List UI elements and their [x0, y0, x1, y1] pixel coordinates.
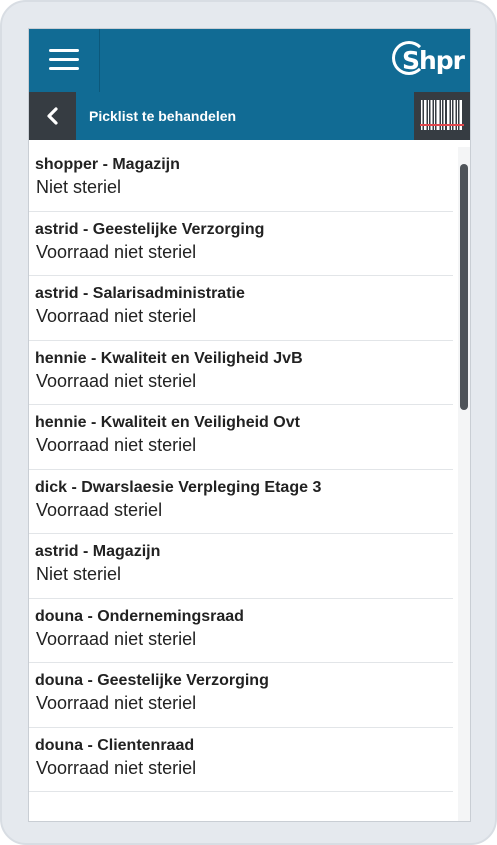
- list-item-subtitle: Voorraad niet steriel: [36, 306, 197, 326]
- list-item-subtitle: Voorraad niet steriel: [36, 435, 197, 455]
- barcode-scanner-icon: [420, 100, 464, 130]
- logo-text: Shpr: [401, 45, 465, 75]
- list-scrollbar[interactable]: [458, 147, 470, 821]
- app-header: Shpr: [29, 29, 470, 92]
- list-item[interactable]: douna - Geestelijke Verzorging Voorraad …: [29, 663, 453, 728]
- list-item-title: astrid - Magazijn: [35, 543, 161, 560]
- list-item-title: hennie - Kwaliteit en Veiligheid JvB: [35, 349, 303, 367]
- list-item-subtitle: Voorraad niet steriel: [36, 241, 197, 262]
- back-button[interactable]: [29, 92, 76, 140]
- list-item-subtitle: Voorraad niet steriel: [36, 757, 197, 778]
- list-item-title: hennie - Kwaliteit en Veiligheid Ovt: [35, 414, 300, 431]
- barcode-scan-button[interactable]: [414, 92, 470, 140]
- list-item-title: dick - Dwarslaesie Verpleging Etage 3: [35, 478, 322, 496]
- list-item[interactable]: douna - Clientenraad Voorraad niet steri…: [29, 728, 453, 792]
- list-item[interactable]: shopper - Magazijn Niet steriel: [29, 147, 453, 212]
- page-title: Picklist te behandelen: [89, 108, 237, 124]
- list-item-subtitle: Voorraad niet steriel: [36, 693, 197, 713]
- list-item-subtitle: Voorraad niet steriel: [36, 370, 197, 391]
- picklist-list-area: shopper - Magazijn Niet steriel astrid -…: [29, 147, 470, 821]
- subheader-bar: Picklist te behandelen: [29, 92, 470, 140]
- list-item-title: shopper - Magazijn: [35, 156, 180, 173]
- list-item[interactable]: astrid - Magazijn Niet steriel: [29, 534, 453, 599]
- menu-button[interactable]: [29, 29, 100, 92]
- list-item-title: astrid - Geestelijke Verzorging: [35, 220, 265, 238]
- list-item-subtitle: Voorraad niet steriel: [36, 628, 197, 649]
- list-item[interactable]: hennie - Kwaliteit en Veiligheid Ovt Voo…: [29, 405, 453, 470]
- list-item-title: douna - Clientenraad: [35, 736, 195, 754]
- list-item-title: douna - Ondernemingsraad: [35, 607, 244, 625]
- list-item-title: douna - Geestelijke Verzorging: [35, 672, 269, 689]
- shpr-logo: Shpr: [391, 39, 465, 81]
- picklist-list: shopper - Magazijn Niet steriel astrid -…: [29, 147, 453, 792]
- chevron-left-icon: [47, 107, 58, 125]
- list-item[interactable]: dick - Dwarslaesie Verpleging Etage 3 Vo…: [29, 470, 453, 534]
- list-item[interactable]: douna - Ondernemingsraad Voorraad niet s…: [29, 599, 453, 663]
- list-item[interactable]: astrid - Geestelijke Verzorging Voorraad…: [29, 212, 453, 276]
- list-item[interactable]: astrid - Salarisadministratie Voorraad n…: [29, 276, 453, 341]
- app-screen: Shpr Picklist te behandelen shopper - Ma…: [28, 28, 471, 822]
- list-item-subtitle: Niet steriel: [36, 564, 122, 584]
- list-item-subtitle: Niet steriel: [36, 177, 122, 197]
- list-item[interactable]: hennie - Kwaliteit en Veiligheid JvB Voo…: [29, 341, 453, 405]
- list-item-subtitle: Voorraad steriel: [36, 499, 163, 520]
- scrollbar-thumb[interactable]: [460, 164, 468, 410]
- device-frame: Shpr Picklist te behandelen shopper - Ma…: [0, 0, 497, 845]
- list-item-title: astrid - Salarisadministratie: [35, 285, 245, 302]
